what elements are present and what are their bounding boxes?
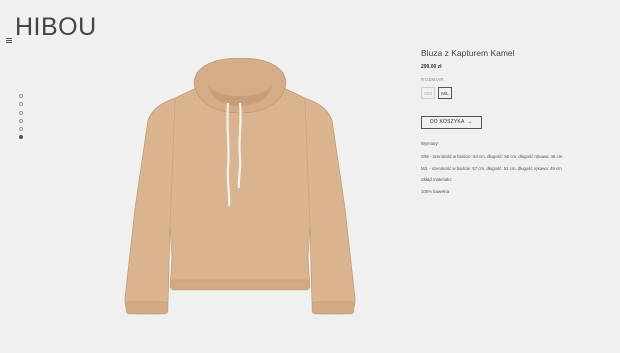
size-option-ml[interactable]: M/L (438, 87, 452, 99)
gallery-dot[interactable] (19, 110, 23, 115)
hoodie-product-image (124, 58, 356, 315)
product-price: 299.00 zł (421, 64, 442, 70)
material-heading: Skład materiału: (421, 177, 452, 182)
gallery-dots (19, 94, 25, 144)
size-option-sm[interactable]: S/M (421, 87, 435, 99)
gallery-dot[interactable] (19, 127, 23, 132)
hamburger-menu-icon[interactable] (6, 38, 12, 43)
size-label: ROZMIAR (421, 77, 444, 82)
gallery-dot[interactable] (19, 94, 23, 98)
dimensions-heading: Wymiary: (421, 141, 439, 146)
arrow-right-icon: → (466, 119, 473, 125)
add-to-cart-button[interactable]: DO KOSZYKA → (421, 116, 482, 129)
gallery-dot[interactable] (19, 102, 23, 107)
gallery-dot-active[interactable] (19, 135, 23, 140)
gallery-dot[interactable] (19, 118, 23, 123)
dimension-line-ml: M/L - szerokość w biuście: 57 cm, długoś… (421, 166, 562, 171)
add-to-cart-label: DO KOSZYKA (430, 119, 465, 125)
material-value: 100% bawełna (421, 189, 450, 194)
brand-logo[interactable]: HIBOU (15, 13, 97, 42)
dimension-line-sm: S/M - szerokość w biuście: 54 cm, długoś… (421, 154, 563, 159)
product-title: Bluza z Kapturem Kamel (421, 48, 515, 58)
